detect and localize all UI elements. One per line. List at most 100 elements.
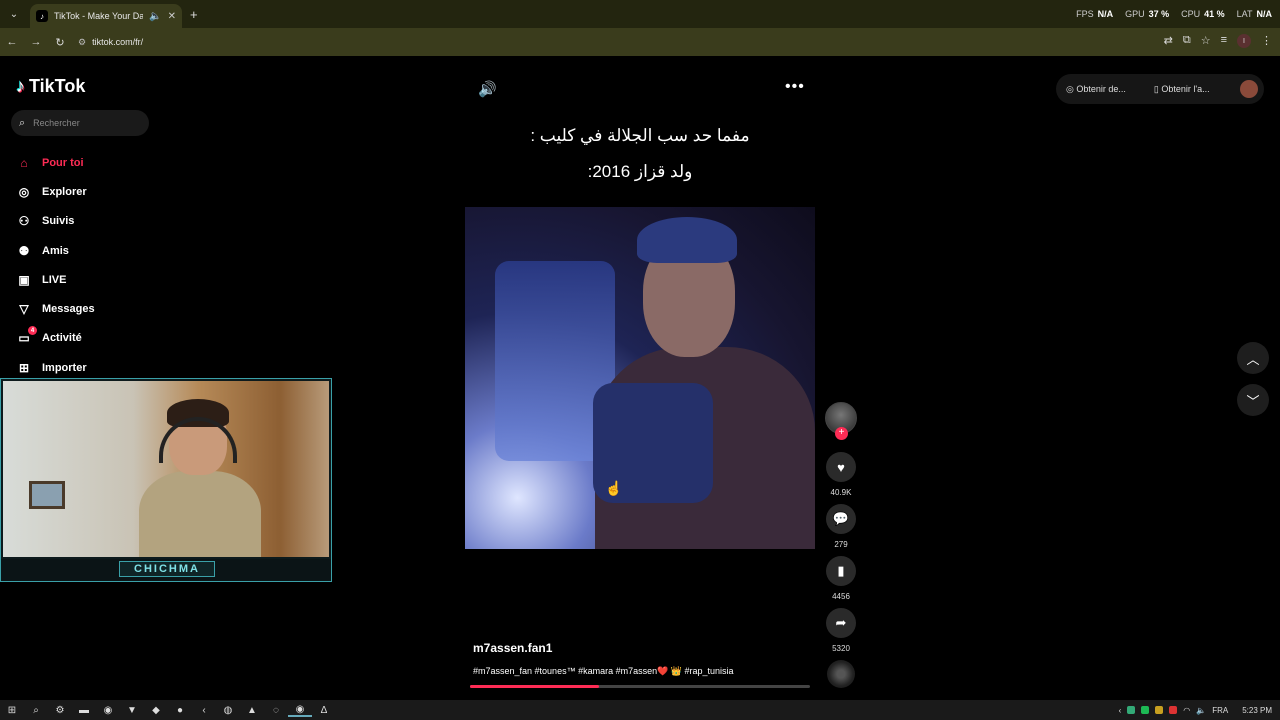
more-options-icon[interactable]: •••	[785, 78, 805, 96]
share-button[interactable]: ➦	[826, 608, 856, 638]
webcam-name-bar: CHICHMA	[1, 559, 331, 581]
tray-app2-icon[interactable]	[1155, 706, 1164, 714]
search-taskbar-icon[interactable]: ⌕	[24, 705, 48, 716]
music-disc[interactable]	[827, 660, 855, 688]
search-input[interactable]: ⌕ Rechercher	[11, 110, 149, 136]
get-coins-button[interactable]: ◎ Obtenir de...	[1066, 84, 1140, 95]
stat-gpu: GPU 37 %	[1125, 9, 1170, 19]
save-button[interactable]: ▮	[826, 556, 856, 586]
android-icon[interactable]: ▲	[240, 705, 264, 716]
sidebar-item-activite[interactable]: ▭ 4 Activité	[16, 324, 95, 353]
address-bar[interactable]: ⚙ tiktok.com/fr/	[78, 31, 1138, 53]
browser-tab[interactable]: ♪ TikTok - Make Your Day 🔈 ✕	[30, 4, 182, 28]
get-app-bar: ◎ Obtenir de... ▯ Obtenir l'a...	[1056, 74, 1264, 104]
like-button[interactable]: ♥	[826, 452, 856, 482]
logo-text: TikTok	[29, 76, 86, 96]
capcut-icon[interactable]: ‹	[192, 705, 216, 716]
chevron-down-icon: ﹀	[1246, 393, 1260, 409]
sidebar-item-amis[interactable]: ⚉ Amis	[16, 236, 95, 265]
tab-search-icon[interactable]: ⌄	[4, 4, 24, 24]
like-count: 40.9K	[830, 488, 852, 497]
video-progress-fill	[470, 685, 600, 688]
forward-icon[interactable]: →	[24, 36, 48, 48]
tiktok-logo[interactable]: ♪ TikTok	[16, 76, 85, 97]
stat-lat: LAT N/A	[1236, 9, 1272, 19]
following-icon: ⚇	[18, 214, 30, 229]
file-explorer-icon[interactable]: ▬	[72, 705, 96, 716]
sidebar-item-label: Activité	[42, 332, 82, 345]
sidebar-item-suivis[interactable]: ⚇ Suivis	[16, 207, 95, 236]
menu-icon[interactable]: ⋮	[1261, 34, 1272, 48]
tray-app3-icon[interactable]	[1169, 706, 1178, 714]
video-author[interactable]: m7assen.fan1	[473, 641, 552, 655]
sidebar-item-label: Importer	[42, 361, 87, 374]
heart-icon: ♥	[837, 459, 845, 475]
video-player[interactable]	[465, 207, 815, 549]
sidebar-item-label: LIVE	[42, 273, 67, 286]
sidebar-item-label: Explorer	[42, 185, 87, 198]
tray-app-icon[interactable]	[1127, 706, 1136, 714]
comment-count: 279	[834, 540, 848, 549]
save-count: 4456	[832, 592, 850, 601]
close-tab-icon[interactable]: ✕	[168, 11, 176, 22]
next-video-button[interactable]: ﹀	[1237, 384, 1269, 416]
chrome-active-icon[interactable]: ◉	[288, 704, 312, 717]
previous-video-button[interactable]: ︿	[1237, 342, 1269, 374]
steam-icon[interactable]: ◌	[264, 705, 288, 716]
streamer	[139, 399, 261, 557]
volume-icon[interactable]: 🔊	[478, 80, 497, 98]
sidebar-item-explorer[interactable]: ◎ Explorer	[16, 177, 95, 206]
live-icon: ▣	[18, 272, 30, 287]
sidebar-item-messages[interactable]: ▽ Messages	[16, 294, 95, 323]
tray-chevron-icon[interactable]: ‹	[1119, 706, 1122, 715]
follow-plus-icon[interactable]: +	[835, 427, 848, 440]
sidebar-item-label: Amis	[42, 244, 69, 257]
spotify-icon[interactable]: ◍	[216, 705, 240, 716]
volume-tray-icon[interactable]: 🔈	[1196, 706, 1206, 715]
bookmark-icon: ▮	[837, 563, 845, 578]
video-progress-bar[interactable]	[470, 685, 810, 688]
chrome-icon[interactable]: ◉	[96, 705, 120, 716]
tray-spotify-icon[interactable]	[1141, 706, 1150, 714]
webcam-feed	[3, 381, 329, 557]
comment-button[interactable]: 💬	[826, 504, 856, 534]
compass-icon: ◎	[18, 184, 30, 199]
new-tab-button[interactable]: +	[190, 7, 198, 22]
start-icon[interactable]: ⊞	[0, 705, 24, 716]
tab-title: TikTok - Make Your Day	[54, 11, 144, 21]
language-indicator[interactable]: FRA	[1212, 706, 1228, 715]
bookmark-star-icon[interactable]: ☆	[1201, 34, 1211, 48]
share-count: 5320	[832, 644, 850, 653]
video-hashtags[interactable]: #m7assen_fan #tounes™ #kamara #m7assen❤️…	[473, 666, 734, 677]
media-icon[interactable]: ≡	[1221, 34, 1227, 48]
install-app-icon[interactable]: ⧉	[1183, 34, 1191, 48]
sidebar-item-live[interactable]: ▣ LIVE	[16, 265, 95, 294]
friends-icon: ⚉	[18, 243, 30, 258]
vlc-icon[interactable]: Δ	[312, 705, 336, 716]
back-icon[interactable]: ←	[0, 36, 24, 48]
speaker-icon[interactable]: 🔈	[149, 11, 161, 22]
share-icon: ➦	[835, 615, 847, 630]
settings-icon[interactable]: ⚙	[48, 705, 72, 716]
discord-icon[interactable]: ●	[168, 705, 192, 716]
browser-tab-bar: ⌄ ♪ TikTok - Make Your Day 🔈 ✕ + FPS N/A …	[0, 0, 1280, 28]
brave-icon[interactable]: ▼	[120, 705, 144, 716]
sidebar-item-label: Messages	[42, 303, 95, 316]
profile-icon[interactable]: I	[1237, 34, 1251, 48]
reload-icon[interactable]: ↻	[48, 36, 72, 49]
user-avatar[interactable]	[1240, 80, 1258, 98]
sidebar-item-pour-toi[interactable]: ⌂ Pour toi	[16, 148, 95, 177]
site-info-icon[interactable]: ⚙	[78, 37, 86, 48]
app-icon[interactable]: ◆	[144, 705, 168, 716]
video-caption-line1: مفما حد سب الجلالة في كليب :	[530, 126, 750, 145]
webcam-overlay: CHICHMA	[0, 378, 332, 582]
wifi-icon[interactable]: ◠	[1183, 706, 1190, 715]
get-app-button[interactable]: ▯ Obtenir l'a...	[1154, 84, 1224, 95]
browser-toolbar: ← → ↻ ⚙ tiktok.com/fr/ ⇄ ⧉ ☆ ≡ I ⋮	[0, 28, 1280, 56]
url-text: tiktok.com/fr/	[92, 37, 144, 47]
clock[interactable]: 5:23 PM	[1242, 706, 1272, 715]
hand-cursor-icon: ☝	[605, 480, 623, 496]
translate-icon[interactable]: ⇄	[1164, 34, 1173, 48]
home-icon: ⌂	[20, 155, 28, 170]
performance-overlay: FPS N/A GPU 37 % CPU 41 % LAT N/A	[1076, 9, 1272, 19]
